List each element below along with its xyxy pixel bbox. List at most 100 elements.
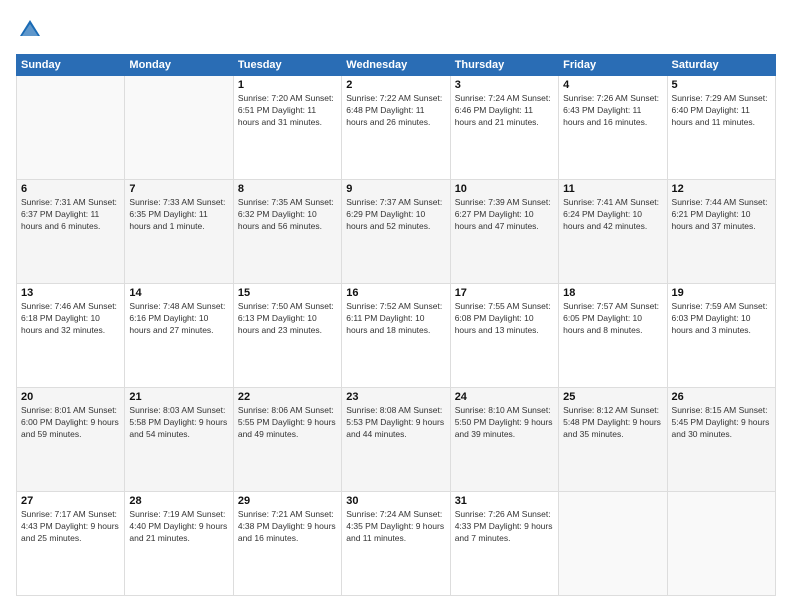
- day-info: Sunrise: 7:41 AM Sunset: 6:24 PM Dayligh…: [563, 197, 662, 233]
- day-info: Sunrise: 7:29 AM Sunset: 6:40 PM Dayligh…: [672, 93, 771, 129]
- day-info: Sunrise: 8:10 AM Sunset: 5:50 PM Dayligh…: [455, 405, 554, 441]
- day-cell: 12 Sunrise: 7:44 AM Sunset: 6:21 PM Dayli…: [667, 180, 775, 284]
- day-number: 17: [455, 287, 554, 299]
- logo: [16, 16, 48, 44]
- day-number: 5: [672, 79, 771, 91]
- week-row-5: 27 Sunrise: 7:17 AM Sunset: 4:43 PM Dayli…: [17, 492, 776, 596]
- day-info: Sunrise: 8:06 AM Sunset: 5:55 PM Dayligh…: [238, 405, 337, 441]
- day-info: Sunrise: 7:46 AM Sunset: 6:18 PM Dayligh…: [21, 301, 120, 337]
- day-number: 22: [238, 391, 337, 403]
- day-info: Sunrise: 7:20 AM Sunset: 6:51 PM Dayligh…: [238, 93, 337, 129]
- day-header-saturday: Saturday: [667, 55, 775, 76]
- day-cell: [125, 76, 233, 180]
- day-number: 16: [346, 287, 445, 299]
- day-cell: 16Sunrise: 7:52 AM Sunset: 6:11 PM Dayli…: [342, 284, 450, 388]
- day-cell: 5 Sunrise: 7:29 AM Sunset: 6:40 PM Daylig…: [667, 76, 775, 180]
- day-number: 24: [455, 391, 554, 403]
- day-header-thursday: Thursday: [450, 55, 558, 76]
- day-number: 18: [563, 287, 662, 299]
- day-cell: 4 Sunrise: 7:26 AM Sunset: 6:43 PM Daylig…: [559, 76, 667, 180]
- week-row-2: 6Sunrise: 7:31 AM Sunset: 6:37 PM Daylig…: [17, 180, 776, 284]
- day-header-friday: Friday: [559, 55, 667, 76]
- day-number: 12: [672, 183, 771, 195]
- day-info: Sunrise: 8:03 AM Sunset: 5:58 PM Dayligh…: [129, 405, 228, 441]
- day-cell: 30 Sunrise: 7:24 AM Sunset: 4:35 PM Dayli…: [342, 492, 450, 596]
- day-number: 28: [129, 495, 228, 507]
- calendar-table: SundayMondayTuesdayWednesdayThursdayFrid…: [16, 54, 776, 596]
- week-row-4: 20 Sunrise: 8:01 AM Sunset: 6:00 PM Dayli…: [17, 388, 776, 492]
- day-info: Sunrise: 7:57 AM Sunset: 6:05 PM Dayligh…: [563, 301, 662, 337]
- day-cell: 25 Sunrise: 8:12 AM Sunset: 5:48 PM Dayli…: [559, 388, 667, 492]
- day-cell: 23 Sunrise: 8:08 AM Sunset: 5:53 PM Dayli…: [342, 388, 450, 492]
- day-info: Sunrise: 7:24 AM Sunset: 4:35 PM Dayligh…: [346, 509, 445, 545]
- page: SundayMondayTuesdayWednesdayThursdayFrid…: [0, 0, 792, 612]
- day-number: 21: [129, 391, 228, 403]
- day-cell: 14 Sunrise: 7:48 AM Sunset: 6:16 PM Dayli…: [125, 284, 233, 388]
- day-info: Sunrise: 7:26 AM Sunset: 6:43 PM Dayligh…: [563, 93, 662, 129]
- day-cell: 15 Sunrise: 7:50 AM Sunset: 6:13 PM Dayli…: [233, 284, 341, 388]
- day-cell: 13 Sunrise: 7:46 AM Sunset: 6:18 PM Dayli…: [17, 284, 125, 388]
- day-info: Sunrise: 7:48 AM Sunset: 6:16 PM Dayligh…: [129, 301, 228, 337]
- day-info: Sunrise: 7:24 AM Sunset: 6:46 PM Dayligh…: [455, 93, 554, 129]
- day-number: 19: [672, 287, 771, 299]
- day-info: Sunrise: 8:08 AM Sunset: 5:53 PM Dayligh…: [346, 405, 445, 441]
- day-cell: 17 Sunrise: 7:55 AM Sunset: 6:08 PM Dayli…: [450, 284, 558, 388]
- day-cell: [17, 76, 125, 180]
- day-number: 13: [21, 287, 120, 299]
- day-number: 15: [238, 287, 337, 299]
- day-number: 30: [346, 495, 445, 507]
- day-cell: 1 Sunrise: 7:20 AM Sunset: 6:51 PM Daylig…: [233, 76, 341, 180]
- day-number: 2: [346, 79, 445, 91]
- day-number: 31: [455, 495, 554, 507]
- logo-icon: [16, 16, 44, 44]
- day-number: 7: [129, 183, 228, 195]
- day-cell: 28 Sunrise: 7:19 AM Sunset: 4:40 PM Dayli…: [125, 492, 233, 596]
- day-cell: 8 Sunrise: 7:35 AM Sunset: 6:32 PM Daylig…: [233, 180, 341, 284]
- week-row-1: 1 Sunrise: 7:20 AM Sunset: 6:51 PM Daylig…: [17, 76, 776, 180]
- day-cell: 24 Sunrise: 8:10 AM Sunset: 5:50 PM Dayli…: [450, 388, 558, 492]
- day-info: Sunrise: 8:01 AM Sunset: 6:00 PM Dayligh…: [21, 405, 120, 441]
- day-cell: [667, 492, 775, 596]
- day-info: Sunrise: 7:21 AM Sunset: 4:38 PM Dayligh…: [238, 509, 337, 545]
- day-info: Sunrise: 7:35 AM Sunset: 6:32 PM Dayligh…: [238, 197, 337, 233]
- day-cell: [559, 492, 667, 596]
- day-info: Sunrise: 7:44 AM Sunset: 6:21 PM Dayligh…: [672, 197, 771, 233]
- day-number: 11: [563, 183, 662, 195]
- day-number: 10: [455, 183, 554, 195]
- day-number: 27: [21, 495, 120, 507]
- day-info: Sunrise: 7:55 AM Sunset: 6:08 PM Dayligh…: [455, 301, 554, 337]
- day-number: 4: [563, 79, 662, 91]
- day-cell: 31 Sunrise: 7:26 AM Sunset: 4:33 PM Dayli…: [450, 492, 558, 596]
- day-number: 26: [672, 391, 771, 403]
- day-info: Sunrise: 7:50 AM Sunset: 6:13 PM Dayligh…: [238, 301, 337, 337]
- day-cell: 18 Sunrise: 7:57 AM Sunset: 6:05 PM Dayli…: [559, 284, 667, 388]
- day-info: Sunrise: 7:22 AM Sunset: 6:48 PM Dayligh…: [346, 93, 445, 129]
- day-cell: 2 Sunrise: 7:22 AM Sunset: 6:48 PM Daylig…: [342, 76, 450, 180]
- day-info: Sunrise: 8:12 AM Sunset: 5:48 PM Dayligh…: [563, 405, 662, 441]
- day-info: Sunrise: 7:19 AM Sunset: 4:40 PM Dayligh…: [129, 509, 228, 545]
- day-info: Sunrise: 7:26 AM Sunset: 4:33 PM Dayligh…: [455, 509, 554, 545]
- day-number: 8: [238, 183, 337, 195]
- day-number: 9: [346, 183, 445, 195]
- day-number: 14: [129, 287, 228, 299]
- day-number: 25: [563, 391, 662, 403]
- day-number: 29: [238, 495, 337, 507]
- day-cell: 3Sunrise: 7:24 AM Sunset: 6:46 PM Daylig…: [450, 76, 558, 180]
- day-number: 23: [346, 391, 445, 403]
- header-row: SundayMondayTuesdayWednesdayThursdayFrid…: [17, 55, 776, 76]
- day-header-monday: Monday: [125, 55, 233, 76]
- day-cell: 7Sunrise: 7:33 AM Sunset: 6:35 PM Daylig…: [125, 180, 233, 284]
- day-number: 20: [21, 391, 120, 403]
- day-info: Sunrise: 7:59 AM Sunset: 6:03 PM Dayligh…: [672, 301, 771, 337]
- day-cell: 6Sunrise: 7:31 AM Sunset: 6:37 PM Daylig…: [17, 180, 125, 284]
- day-cell: 19 Sunrise: 7:59 AM Sunset: 6:03 PM Dayli…: [667, 284, 775, 388]
- day-info: Sunrise: 7:17 AM Sunset: 4:43 PM Dayligh…: [21, 509, 120, 545]
- day-cell: 21 Sunrise: 8:03 AM Sunset: 5:58 PM Dayli…: [125, 388, 233, 492]
- day-cell: 26Sunrise: 8:15 AM Sunset: 5:45 PM Dayli…: [667, 388, 775, 492]
- day-number: 1: [238, 79, 337, 91]
- day-cell: 20 Sunrise: 8:01 AM Sunset: 6:00 PM Dayli…: [17, 388, 125, 492]
- day-number: 6: [21, 183, 120, 195]
- day-header-wednesday: Wednesday: [342, 55, 450, 76]
- day-cell: 27 Sunrise: 7:17 AM Sunset: 4:43 PM Dayli…: [17, 492, 125, 596]
- week-row-3: 13 Sunrise: 7:46 AM Sunset: 6:18 PM Dayli…: [17, 284, 776, 388]
